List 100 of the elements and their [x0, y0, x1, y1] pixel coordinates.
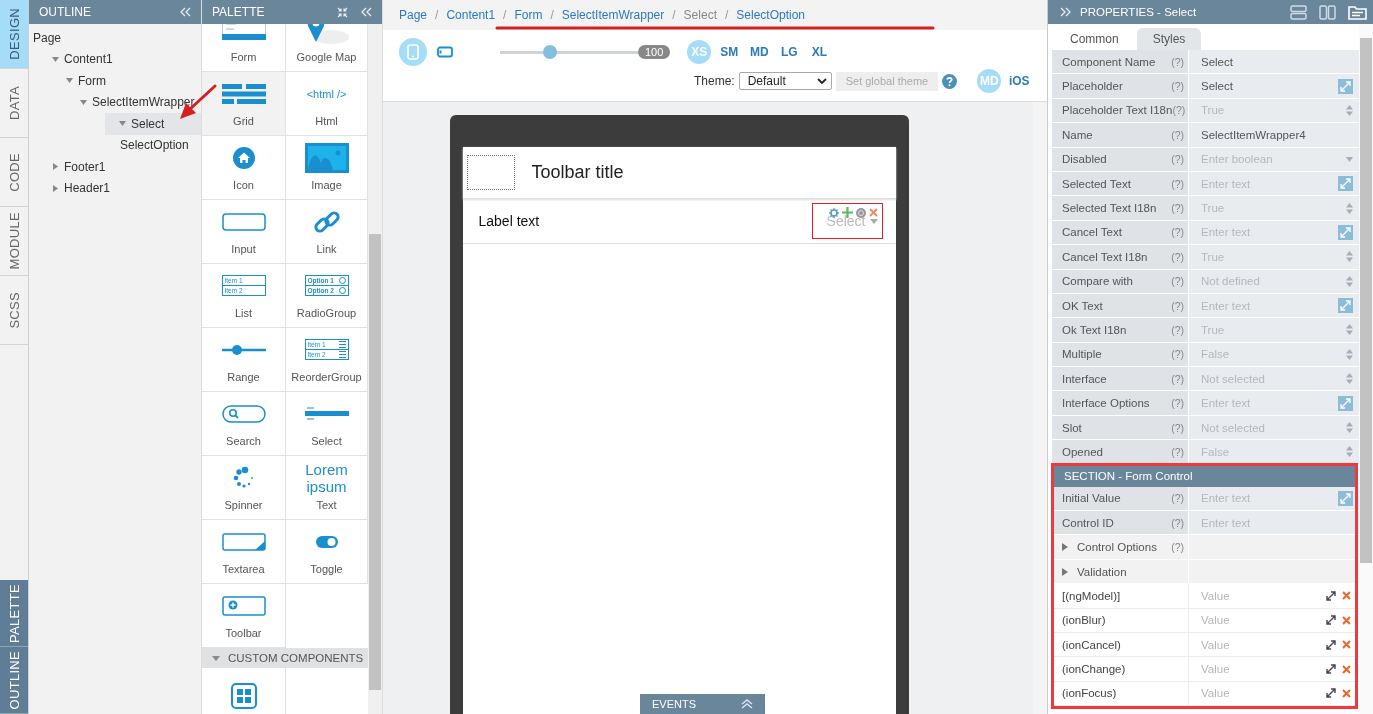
- help-link[interactable]: (?): [1171, 421, 1184, 434]
- help-link[interactable]: (?): [1171, 324, 1184, 336]
- spinner-arrows-icon[interactable]: [1346, 275, 1353, 287]
- help-link[interactable]: (?): [1171, 445, 1184, 458]
- palette-item[interactable]: Textarea: [202, 520, 286, 584]
- spinner-arrows-icon[interactable]: [1346, 251, 1353, 263]
- breadcrumb-link[interactable]: SelectItemWrapper: [561, 8, 665, 22]
- delete-icon[interactable]: [1342, 664, 1351, 674]
- help-link[interactable]: (?): [1171, 128, 1184, 141]
- help-link[interactable]: (?): [1171, 80, 1184, 93]
- expanded-icon[interactable]: [119, 120, 126, 128]
- group-toggle[interactable]: Validation: [1052, 559, 1189, 584]
- property-value[interactable]: Select: [1201, 55, 1233, 68]
- expanded-icon[interactable]: [66, 77, 73, 85]
- dropdown-arrow-icon[interactable]: [1346, 156, 1353, 162]
- shrink-icon[interactable]: [337, 6, 348, 18]
- palette-item[interactable]: Link: [286, 200, 368, 264]
- help-link[interactable]: (?): [1171, 275, 1184, 288]
- expand-arrow-icon[interactable]: [1326, 688, 1336, 699]
- help-link[interactable]: (?): [1171, 299, 1184, 312]
- help-link[interactable]: (?): [1171, 55, 1184, 68]
- tree-item[interactable]: Content1: [29, 48, 201, 70]
- expand-arrow-icon[interactable]: [1326, 615, 1336, 626]
- delete-icon[interactable]: [1342, 615, 1351, 625]
- help-link[interactable]: (?): [1171, 153, 1184, 166]
- help-link[interactable]: (?): [1172, 104, 1186, 117]
- help-icon[interactable]: [942, 73, 958, 89]
- expanded-icon[interactable]: [52, 55, 59, 63]
- help-link[interactable]: (?): [1171, 348, 1184, 361]
- side-tab[interactable]: MODULE: [0, 207, 28, 276]
- delete-icon[interactable]: [1342, 591, 1351, 601]
- spinner-arrows-icon[interactable]: [1346, 202, 1353, 214]
- palette-item[interactable]: Spinner: [202, 456, 286, 520]
- expand-arrow-icon[interactable]: [1326, 590, 1336, 601]
- rows-layout-icon[interactable]: [1290, 4, 1307, 20]
- help-link[interactable]: (?): [1171, 177, 1184, 190]
- breakpoint-button[interactable]: SM: [717, 40, 742, 64]
- tree-item[interactable]: SelectOption: [29, 134, 201, 156]
- spinner-arrows-icon[interactable]: [1346, 104, 1353, 116]
- delete-icon[interactable]: [1342, 640, 1351, 650]
- close-icon[interactable]: [868, 208, 878, 217]
- zoom-slider[interactable]: [500, 44, 638, 60]
- breadcrumb-link[interactable]: Page: [399, 8, 428, 22]
- palette-item[interactable]: Lorem ipsum Text: [286, 456, 368, 520]
- theme-dropdown[interactable]: Default: [738, 72, 832, 90]
- spinner-arrows-icon[interactable]: [1346, 324, 1353, 336]
- mode-button[interactable]: iOS: [1007, 69, 1032, 93]
- palette-item[interactable]: Grid: [202, 72, 286, 136]
- panel-layout-icon[interactable]: [1348, 4, 1367, 20]
- help-link[interactable]: (?): [1171, 250, 1184, 263]
- help-link[interactable]: (?): [1171, 492, 1184, 505]
- spinner-arrows-icon[interactable]: [1346, 422, 1353, 434]
- events-tab[interactable]: EVENTS: [640, 694, 765, 714]
- expand-icon[interactable]: [1338, 490, 1353, 506]
- spinner-arrows-icon[interactable]: [1346, 348, 1353, 360]
- collapsed-icon[interactable]: [52, 184, 59, 192]
- expand-icon[interactable]: [1338, 298, 1353, 314]
- breadcrumb-link[interactable]: Content1: [446, 8, 496, 22]
- palette-item[interactable]: Toolbar: [202, 584, 286, 648]
- expand-panel-icon[interactable]: [1060, 7, 1072, 17]
- spinner-arrows-icon[interactable]: [1346, 446, 1353, 458]
- collapse-icon[interactable]: [179, 7, 191, 17]
- palette-item[interactable]: Select: [286, 392, 368, 456]
- palette-item[interactable]: Toggle: [286, 520, 368, 584]
- palette-item[interactable]: Range: [202, 328, 286, 392]
- delete-icon[interactable]: [1342, 688, 1351, 698]
- palette-item[interactable]: Search: [202, 392, 286, 456]
- expand-arrow-icon[interactable]: [1326, 639, 1336, 650]
- side-tab[interactable]: SCSS: [0, 276, 28, 345]
- tree-item[interactable]: Page: [29, 27, 201, 49]
- property-value[interactable]: Select: [1201, 80, 1233, 93]
- scrollbar[interactable]: [1033, 102, 1047, 714]
- side-tab[interactable]: OUTLINE: [0, 647, 28, 714]
- expanded-icon[interactable]: [80, 98, 87, 106]
- scrollbar[interactable]: [368, 24, 382, 714]
- breakpoint-button[interactable]: XL: [807, 40, 832, 64]
- expand-icon[interactable]: [1338, 224, 1353, 240]
- breadcrumb-link[interactable]: Form: [514, 8, 543, 22]
- help-link[interactable]: (?): [1171, 226, 1184, 239]
- side-tab[interactable]: DESIGN: [0, 0, 28, 69]
- breakpoint-button[interactable]: MD: [747, 40, 772, 64]
- scrollbar[interactable]: [1359, 24, 1373, 714]
- palette-item[interactable]: Icon: [202, 136, 286, 200]
- tree-item[interactable]: SelectItemWrapper: [29, 91, 201, 113]
- expand-arrow-icon[interactable]: [1326, 664, 1336, 675]
- palette-item[interactable]: Image: [286, 136, 368, 200]
- collapse-icon[interactable]: [360, 7, 372, 17]
- columns-layout-icon[interactable]: [1319, 4, 1336, 20]
- help-link[interactable]: (?): [1171, 397, 1184, 410]
- breadcrumb-link[interactable]: SelectOption: [736, 8, 806, 22]
- tab[interactable]: Styles: [1136, 28, 1202, 50]
- expand-icon[interactable]: [1338, 395, 1353, 411]
- help-link[interactable]: (?): [1171, 516, 1184, 529]
- tree-item[interactable]: Form: [29, 70, 201, 92]
- palette-item[interactable]: Input: [202, 200, 286, 264]
- side-tab[interactable]: DATA: [0, 69, 28, 138]
- help-link[interactable]: (?): [1171, 372, 1184, 385]
- side-tab[interactable]: CODE: [0, 138, 28, 207]
- tree-item[interactable]: Header1: [29, 177, 201, 199]
- side-tab[interactable]: PALETTE: [0, 580, 28, 647]
